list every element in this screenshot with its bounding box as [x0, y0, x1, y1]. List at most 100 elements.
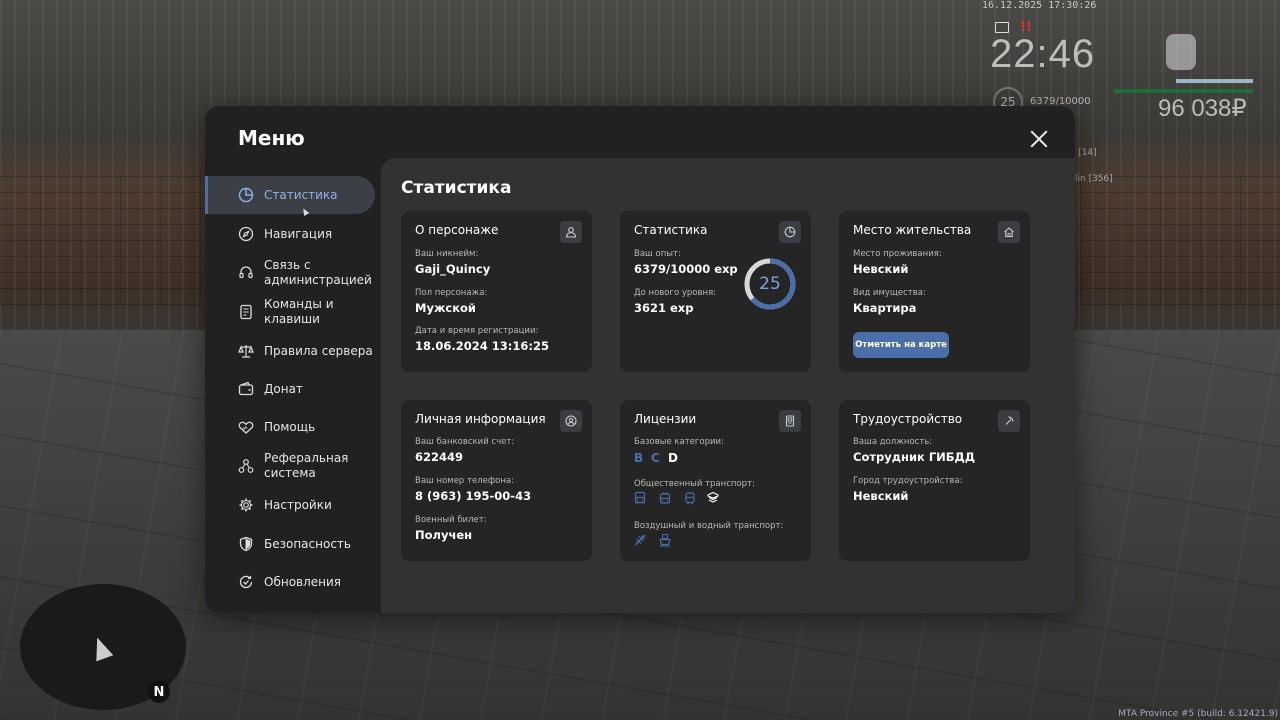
sidebar-item-help[interactable]: Помощь	[205, 408, 375, 446]
page-title: Статистика	[401, 178, 512, 198]
sidebar-item-rules[interactable]: Правила сервера	[205, 332, 375, 370]
content-panel: Статистика О персонаже Ваш никнейм: Gaji…	[381, 158, 1075, 613]
police-badge-icon	[706, 491, 720, 505]
property-type-value: Квартира	[853, 301, 917, 315]
job-position-value: Сотрудник ГИБДД	[853, 450, 976, 464]
residence-place-label: Место проживания:	[853, 249, 942, 259]
house-icon	[998, 221, 1020, 243]
card-title: Трудоустройство	[853, 412, 963, 426]
nickname-value: Gaji_Quincy	[415, 262, 491, 276]
hud-chat-line: lin [356]	[1075, 174, 1113, 184]
sidebar-item-label: Безопасность	[264, 536, 351, 551]
menu-window: Меню Статистика Навигация Связь с админи…	[205, 106, 1075, 613]
sidebar-item-label: Реферальная система	[264, 451, 349, 480]
license-category-c: C	[651, 451, 660, 465]
sidebar-item-donate[interactable]: Донат	[205, 370, 375, 408]
card-personal-info: Личная информация Ваш банковский счет: 6…	[401, 400, 592, 561]
bus-icon	[633, 491, 647, 505]
card-title: Место жительства	[853, 223, 972, 237]
card-title: О персонаже	[415, 223, 499, 237]
card-statistics: Статистика Ваш опыт: 6379/10000 exp До н…	[620, 211, 811, 372]
sidebar-item-label: Донат	[264, 381, 303, 396]
sidebar-item-label: Навигация	[264, 226, 333, 241]
shield-icon	[238, 536, 254, 552]
sidebar-item-referral[interactable]: Реферальная система	[205, 447, 375, 485]
job-city-value: Невский	[853, 489, 909, 503]
card-licenses: Лицензии Базовые категории: B C D Общест…	[620, 400, 811, 561]
military-id-label: Военный билет:	[415, 515, 487, 525]
bank-account-label: Ваш банковский счет:	[415, 437, 515, 447]
user-icon	[560, 221, 582, 243]
next-level-value: 3621 exp	[634, 301, 694, 315]
network-icon	[238, 458, 254, 474]
sidebar-item-label: Правила сервера	[264, 343, 373, 358]
scales-icon	[238, 343, 254, 359]
hud-datetime: 16.12.2025 17:30:26	[982, 0, 1097, 11]
registration-label: Дата и время регистрации:	[415, 326, 539, 336]
gender-value: Мужской	[415, 301, 476, 315]
card-title: Личная информация	[415, 412, 546, 426]
card-title: Статистика	[634, 223, 708, 237]
residence-place-value: Невский	[853, 262, 909, 276]
card-employment: Трудоустройство Ваша должность: Сотрудни…	[839, 400, 1030, 561]
tram-icon	[683, 491, 697, 505]
wallet-icon	[238, 381, 254, 397]
gear-icon	[238, 497, 254, 513]
public-transport-label: Общественный транспорт:	[634, 479, 755, 489]
job-city-label: Город трудоустройства:	[853, 476, 963, 486]
close-button[interactable]	[1028, 128, 1050, 150]
sidebar-item-admin-contact[interactable]: Связь с администрацией	[205, 254, 375, 292]
boat-icon	[658, 533, 672, 547]
document-icon	[238, 304, 254, 320]
license-category-b: B	[634, 451, 644, 465]
sidebar-item-commands[interactable]: Команды и клавиши	[205, 293, 375, 331]
pie-chart-icon	[238, 187, 254, 203]
military-id-value: Получен	[415, 528, 473, 542]
license-card-icon	[779, 410, 801, 432]
sidebar-item-label: Помощь	[264, 419, 316, 434]
hud-health-bar	[1114, 89, 1253, 93]
sidebar-item-updates[interactable]: Обновления	[205, 563, 375, 601]
sidebar-item-label: Связь с администрацией	[264, 258, 372, 287]
phone-value: 8 (963) 195-00-43	[415, 489, 532, 503]
mark-on-map-button[interactable]: Отметить на карте	[853, 332, 949, 358]
menu-title: Меню	[238, 126, 305, 150]
sidebar-item-label: Обновления	[264, 574, 342, 589]
user-circle-icon	[560, 410, 582, 432]
job-position-label: Ваша должность:	[853, 437, 933, 447]
registration-value: 18.06.2024 13:16:25	[415, 339, 549, 353]
level-ring: 25	[743, 257, 797, 311]
property-type-label: Вид имущества:	[853, 288, 926, 298]
refresh-check-icon	[238, 574, 254, 590]
hud-armor-bar	[1176, 79, 1253, 83]
pie-chart-icon	[779, 221, 801, 243]
air-water-transport-label: Воздушный и водный транспорт:	[634, 521, 784, 531]
bank-account-value: 622449	[415, 450, 464, 464]
pickaxe-icon	[998, 410, 1020, 432]
phone-label: Ваш номер телефона:	[415, 476, 514, 486]
card-title: Лицензии	[634, 412, 697, 426]
nickname-label: Ваш никнейм:	[415, 249, 479, 259]
hud-money: 96 038₽	[1158, 95, 1247, 122]
compass-icon	[238, 226, 254, 242]
exp-label: Ваш опыт:	[634, 249, 681, 259]
trolleybus-icon	[658, 491, 672, 505]
level-value: 25	[759, 274, 781, 294]
airplane-icon	[633, 533, 647, 547]
basic-categories-label: Базовые категории:	[634, 437, 724, 447]
card-character: О персонаже Ваш никнейм: Gaji_Quincy Пол…	[401, 211, 592, 372]
sidebar-item-label: Настройки	[264, 497, 332, 512]
sidebar-item-security[interactable]: Безопасность	[205, 525, 375, 563]
exp-value: 6379/10000 exp	[634, 262, 738, 276]
sidebar-item-settings[interactable]: Настройки	[205, 486, 375, 524]
headset-icon	[238, 265, 254, 281]
license-category-d: D	[668, 451, 678, 465]
fist-icon	[1166, 34, 1196, 70]
next-level-label: До нового уровня:	[634, 288, 717, 298]
build-info: MTA Province #5 (build: 6.12421.9)	[1118, 709, 1278, 719]
sidebar-item-navigation[interactable]: Навигация	[205, 215, 375, 253]
sidebar-item-statistics[interactable]: Статистика	[205, 176, 375, 214]
hud-clock: 22:46	[990, 32, 1096, 76]
minimap-north: N	[148, 681, 170, 703]
card-residence: Место жительства Место проживания: Невск…	[839, 211, 1030, 372]
